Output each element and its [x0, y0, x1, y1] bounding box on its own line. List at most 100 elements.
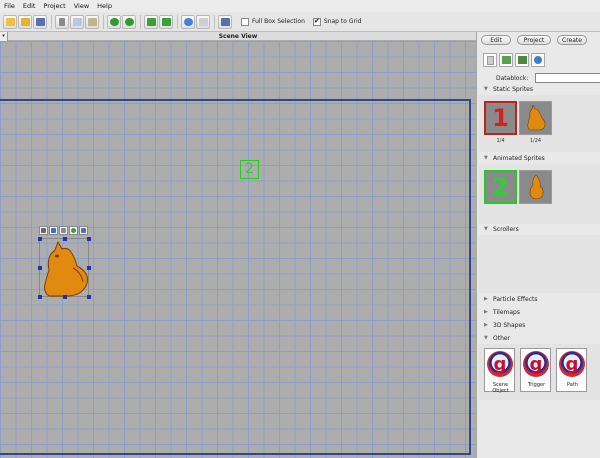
- menu-edit[interactable]: Edit: [23, 2, 36, 10]
- section-label: Scrollers: [493, 226, 519, 233]
- snap-to-grid-label: Snap to Grid: [323, 18, 362, 25]
- torque-logo-icon: g: [559, 351, 585, 377]
- section-scrollers[interactable]: ▼ Scrollers: [479, 225, 600, 234]
- resize-handle[interactable]: [87, 237, 91, 241]
- section-label: Static Sprites: [493, 86, 533, 93]
- section-tilemaps[interactable]: ▶ Tilemaps: [479, 308, 600, 317]
- scene-canvas[interactable]: 2: [0, 41, 476, 458]
- toolbar-divider: [177, 14, 178, 29]
- full-box-selection-checkbox[interactable]: Full Box Selection: [241, 17, 305, 26]
- redo-icon[interactable]: [122, 14, 136, 29]
- mount-icon[interactable]: [69, 226, 78, 235]
- full-box-selection-label: Full Box Selection: [252, 18, 305, 25]
- open-icon[interactable]: [18, 14, 32, 29]
- animated-sprites-area: 2: [479, 164, 600, 224]
- expand-triangle-icon: ▶: [484, 309, 488, 315]
- animated-sprite-two[interactable]: 2: [240, 160, 259, 179]
- static-sprites-area: 1 1/4 1/24: [479, 95, 600, 152]
- tab-create[interactable]: Create: [557, 35, 587, 45]
- orange-creature-icon: [44, 240, 88, 297]
- datablock-field[interactable]: [535, 73, 600, 83]
- image-edit-icon[interactable]: [515, 53, 529, 67]
- folder-green-icon[interactable]: [144, 14, 158, 29]
- save-icon[interactable]: [33, 14, 47, 29]
- scene-view-title: Scene View: [218, 33, 258, 40]
- checkbox-checked[interactable]: ✔: [312, 17, 321, 26]
- selected-sprite[interactable]: [38, 237, 91, 299]
- resize-handle[interactable]: [63, 295, 67, 299]
- orange-creature-icon: [529, 175, 543, 200]
- other-label: Scene Object: [492, 382, 509, 394]
- copy-icon[interactable]: [70, 14, 84, 29]
- trigger-thumb[interactable]: g Trigger: [520, 348, 551, 392]
- paste-icon[interactable]: [85, 14, 99, 29]
- section-other[interactable]: ▼ Other: [479, 334, 600, 343]
- animated-sprite-thumb[interactable]: 2: [484, 170, 517, 204]
- expand-triangle-icon: ▶: [484, 296, 488, 302]
- folder-export-icon[interactable]: [159, 14, 173, 29]
- resize-handle[interactable]: [87, 295, 91, 299]
- section-label: Other: [493, 335, 511, 342]
- torque-logo-icon: g: [487, 351, 513, 377]
- resize-handle[interactable]: [87, 266, 91, 270]
- thumb-label: 1/4: [496, 138, 505, 144]
- edit-icon[interactable]: [79, 226, 88, 235]
- resize-icon[interactable]: [39, 226, 48, 235]
- static-sprite-thumb[interactable]: [519, 101, 552, 135]
- menu-help[interactable]: Help: [97, 2, 112, 10]
- cut-icon[interactable]: [55, 14, 69, 29]
- document-icon[interactable]: [483, 53, 497, 67]
- selection-toolbar: [39, 226, 89, 235]
- other-area: g Scene Object g Trigger g Path: [479, 344, 600, 400]
- menu-bar: File Edit Project View Help: [0, 0, 600, 12]
- new-icon[interactable]: [3, 14, 17, 29]
- toolbar-divider: [51, 14, 52, 29]
- animated-sprite-thumb[interactable]: [519, 170, 552, 204]
- resize-handle[interactable]: [38, 266, 42, 270]
- torque-logo-icon: g: [523, 351, 549, 377]
- creator-panel: Edit Project Create Datablock: ▼ Static S…: [476, 32, 600, 458]
- resize-handle[interactable]: [38, 237, 42, 241]
- toolbar-divider: [214, 14, 215, 29]
- scene-view-menu-icon[interactable]: ▾: [0, 32, 8, 41]
- section-label: Animated Sprites: [493, 155, 545, 162]
- cursor-icon[interactable]: [196, 14, 210, 29]
- static-sprite-thumb[interactable]: 1: [484, 101, 517, 135]
- scene-view-header: ▾ Scene View: [0, 32, 476, 41]
- section-animated-sprites[interactable]: ▼ Animated Sprites: [479, 154, 600, 163]
- flip-icon[interactable]: [59, 226, 68, 235]
- checkbox-box[interactable]: [241, 17, 249, 26]
- resize-handle[interactable]: [63, 237, 67, 241]
- section-label: Tilemaps: [493, 309, 520, 316]
- other-label: Path: [567, 382, 578, 388]
- other-label: Trigger: [527, 382, 546, 388]
- collapse-triangle-icon: ▼: [484, 155, 488, 161]
- section-3d-shapes[interactable]: ▶ 3D Shapes: [479, 321, 600, 330]
- undo-icon[interactable]: [107, 14, 121, 29]
- rotate-icon[interactable]: [49, 226, 58, 235]
- section-static-sprites[interactable]: ▼ Static Sprites: [479, 85, 600, 94]
- datablock-label: Datablock:: [496, 75, 529, 82]
- menu-project[interactable]: Project: [43, 2, 65, 10]
- toolbar-divider: [140, 14, 141, 29]
- section-label: Particle Effects: [493, 296, 538, 303]
- collapse-triangle-icon: ▼: [484, 86, 488, 92]
- path-thumb[interactable]: g Path: [556, 348, 587, 392]
- menu-view[interactable]: View: [74, 2, 89, 10]
- image-add-icon[interactable]: [499, 53, 513, 67]
- panel-icon-row: [483, 53, 547, 67]
- menu-file[interactable]: File: [4, 2, 15, 10]
- collapse-triangle-icon: ▼: [484, 335, 488, 341]
- play-icon[interactable]: [181, 14, 195, 29]
- tab-edit[interactable]: Edit: [481, 35, 511, 45]
- refresh-icon[interactable]: [531, 53, 545, 67]
- tab-project[interactable]: Project: [517, 35, 551, 45]
- scrollers-area: [479, 235, 600, 293]
- sprite-two-number: 2: [492, 173, 509, 201]
- resize-handle[interactable]: [38, 295, 42, 299]
- expand-triangle-icon: ▶: [484, 322, 488, 328]
- section-particle-effects[interactable]: ▶ Particle Effects: [479, 295, 600, 304]
- snap-to-grid-checkbox[interactable]: ✔ Snap to Grid: [312, 17, 362, 26]
- scene-object-thumb[interactable]: g Scene Object: [484, 348, 515, 394]
- monitor-icon[interactable]: [218, 14, 232, 29]
